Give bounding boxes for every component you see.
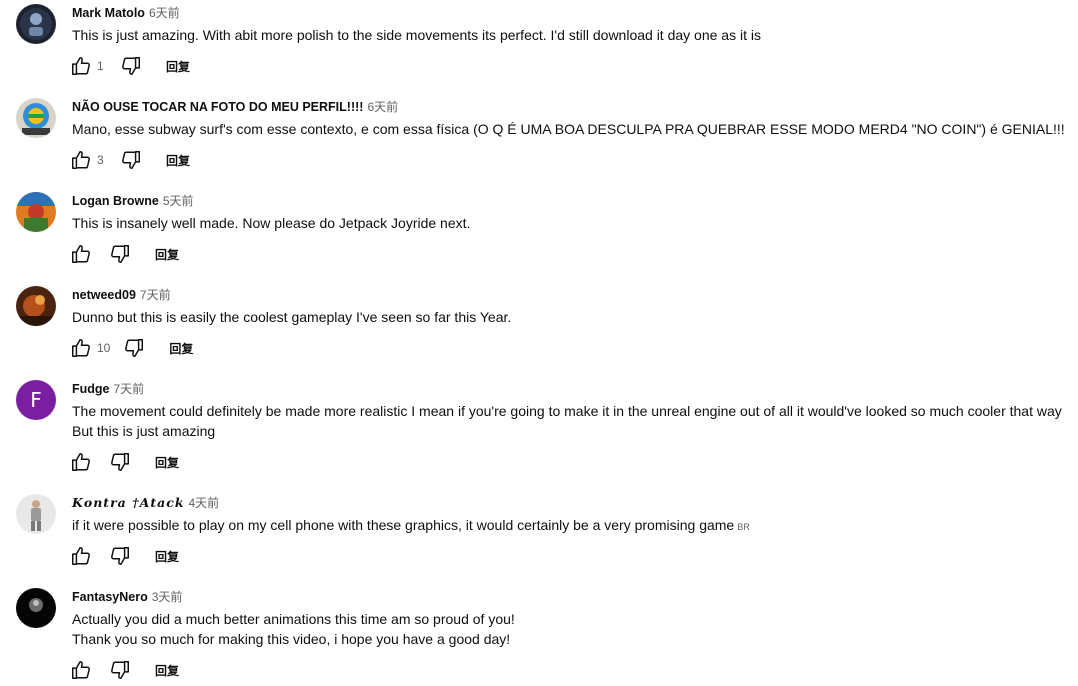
- thumbs-down-icon[interactable]: [109, 451, 131, 473]
- comment-time[interactable]: 3天前: [152, 590, 183, 604]
- avatar[interactable]: [16, 192, 56, 232]
- reply-button[interactable]: 回复: [166, 152, 190, 169]
- thumbs-up-icon[interactable]: [70, 659, 92, 681]
- avatar[interactable]: [16, 286, 56, 326]
- comment-actions: 回复: [70, 544, 179, 568]
- comment-time[interactable]: 4天前: [188, 496, 219, 510]
- avatar-letter: F: [16, 380, 56, 420]
- comment-time[interactable]: 7天前: [114, 382, 145, 396]
- thumbs-up-icon[interactable]: [70, 243, 92, 265]
- thumbs-down-icon[interactable]: [123, 337, 145, 359]
- thumbs-up-icon[interactable]: [70, 545, 92, 567]
- reply-button[interactable]: 回复: [166, 58, 190, 75]
- comment-text-body: if it were possible to play on my cell p…: [72, 517, 735, 533]
- comment-author[interactable]: netweed09: [72, 288, 136, 302]
- comment-header: Fudge 7天前: [72, 380, 144, 398]
- reply-button[interactable]: 回复: [155, 662, 179, 679]
- comment-text: The movement could definitely be made mo…: [72, 401, 1062, 441]
- comment-text-line: But this is just amazing: [72, 423, 216, 439]
- comment-time[interactable]: 6天前: [367, 100, 398, 114]
- comment-time[interactable]: 7天前: [140, 288, 171, 302]
- comment-text-line: The movement could definitely be made mo…: [72, 403, 1062, 419]
- comment-text: if it were possible to play on my cell p…: [72, 515, 750, 537]
- reply-button[interactable]: 回复: [155, 548, 179, 565]
- comment-text: Dunno but this is easily the coolest gam…: [72, 309, 512, 325]
- comment-actions: 3 回复: [70, 148, 190, 172]
- like-count: 10: [97, 341, 111, 355]
- comment-text: Mano, esse subway surf's com esse contex…: [72, 121, 1065, 137]
- comment-text-line: Actually you did a much better animation…: [72, 611, 515, 627]
- like-count: 3: [97, 153, 104, 167]
- reply-button[interactable]: 回复: [155, 454, 179, 471]
- comment-author[interactable]: 𝑲𝒐𝒏𝒕𝒓𝒂 †𝑨𝒕𝒂𝒄𝒌: [72, 495, 184, 510]
- flag-label: BR: [737, 522, 750, 532]
- comment-header: netweed09 7天前: [72, 286, 171, 304]
- comment-text: This is just amazing. With abit more pol…: [72, 27, 761, 43]
- comment-text: This is insanely well made. Now please d…: [72, 215, 471, 231]
- comment-actions: 1 回复: [70, 54, 190, 78]
- comment-actions: 回复: [70, 658, 179, 682]
- thumbs-down-icon[interactable]: [109, 545, 131, 567]
- comment-time[interactable]: 6天前: [149, 6, 180, 20]
- comment-time[interactable]: 5天前: [163, 194, 194, 208]
- thumbs-up-icon[interactable]: [70, 55, 92, 77]
- comment-header: Logan Browne 5天前: [72, 192, 194, 210]
- avatar[interactable]: [16, 588, 56, 628]
- comment-header: Mark Matolo 6天前: [72, 4, 180, 22]
- comment-header: FantasyNero 3天前: [72, 588, 182, 606]
- comment-actions: 10 回复: [70, 336, 193, 360]
- thumbs-down-icon[interactable]: [109, 659, 131, 681]
- avatar[interactable]: [16, 4, 56, 44]
- comment-header: 𝑲𝒐𝒏𝒕𝒓𝒂 †𝑨𝒕𝒂𝒄𝒌 4天前: [72, 494, 219, 512]
- comment-author[interactable]: FantasyNero: [72, 590, 148, 604]
- avatar[interactable]: [16, 494, 56, 534]
- comment-author[interactable]: Fudge: [72, 382, 110, 396]
- thumbs-down-icon[interactable]: [120, 149, 142, 171]
- comment-actions: 回复: [70, 242, 179, 266]
- comment-author[interactable]: NÃO OUSE TOCAR NA FOTO DO MEU PERFIL!!!!: [72, 100, 363, 114]
- reply-button[interactable]: 回复: [169, 340, 193, 357]
- comment-author[interactable]: Mark Matolo: [72, 6, 145, 20]
- reply-button[interactable]: 回复: [155, 246, 179, 263]
- thumbs-up-icon[interactable]: [70, 337, 92, 359]
- comment-text-line: Thank you so much for making this video,…: [72, 631, 511, 647]
- comment-header: NÃO OUSE TOCAR NA FOTO DO MEU PERFIL!!!!…: [72, 98, 398, 116]
- comment-author[interactable]: Logan Browne: [72, 194, 159, 208]
- like-count: 1: [97, 59, 104, 73]
- comment-actions: 回复: [70, 450, 179, 474]
- thumbs-down-icon[interactable]: [120, 55, 142, 77]
- thumbs-up-icon[interactable]: [70, 149, 92, 171]
- avatar[interactable]: F: [16, 380, 56, 420]
- avatar[interactable]: [16, 98, 56, 138]
- thumbs-down-icon[interactable]: [109, 243, 131, 265]
- thumbs-up-icon[interactable]: [70, 451, 92, 473]
- comment-text: Actually you did a much better animation…: [72, 609, 515, 649]
